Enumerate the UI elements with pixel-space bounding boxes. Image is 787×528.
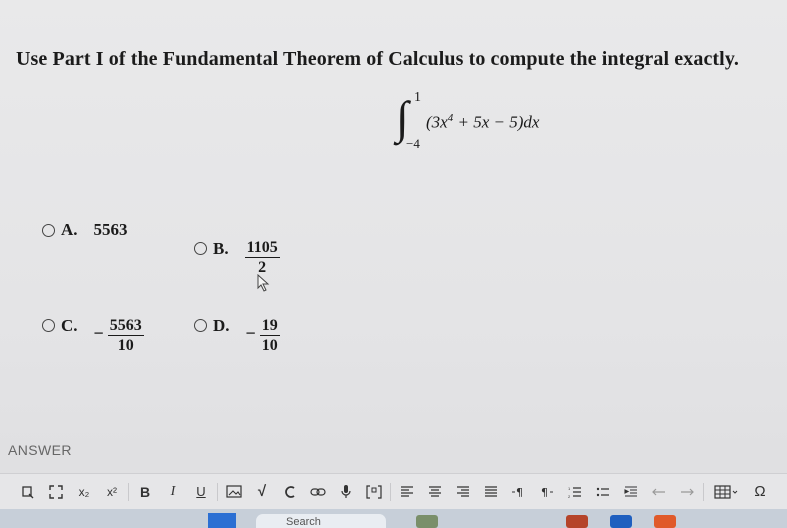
indent-icon[interactable]: [617, 481, 645, 503]
mouse-cursor-icon: [257, 274, 270, 292]
toolbar-divider: [217, 482, 218, 501]
table-icon[interactable]: [706, 481, 746, 503]
option-d-denominator: 10: [261, 337, 278, 354]
sqrt-button[interactable]: √: [248, 481, 276, 503]
option-b[interactable]: B. 1105 2: [194, 220, 280, 277]
option-d-letter: D.: [213, 315, 230, 335]
integral-lower-limit: −4: [406, 136, 420, 151]
editor-toolbar: x₂ x² B I U √ ¶ ¶ 12 Ω: [0, 473, 787, 509]
option-c-sign: −: [93, 323, 104, 343]
option-c[interactable]: C. − 5563 10: [42, 296, 144, 355]
windows-start-icon[interactable]: [208, 513, 236, 528]
integral-upper-limit: 1: [414, 90, 421, 105]
radio-option-c[interactable]: [42, 319, 55, 332]
answer-label: ANSWER: [8, 442, 72, 458]
underline-button[interactable]: U: [187, 481, 215, 503]
integrand-rest: + 5x − 5)dx: [453, 112, 540, 132]
numbered-list-icon[interactable]: 12: [561, 481, 589, 503]
option-d-fraction: 19 10: [259, 316, 280, 355]
question-text: Use Part I of the Fundamental Theorem of…: [16, 48, 739, 70]
taskbar-app-icon[interactable]: [654, 515, 676, 528]
align-center-icon[interactable]: [421, 481, 449, 503]
svg-text:2: 2: [568, 494, 571, 498]
toolbar-divider: [390, 482, 391, 501]
align-justify-icon[interactable]: [477, 481, 505, 503]
bold-button[interactable]: B: [131, 481, 159, 503]
option-a[interactable]: A. 5563: [42, 220, 128, 240]
option-b-letter: B.: [213, 238, 229, 258]
align-left-icon[interactable]: [393, 481, 421, 503]
radio-option-d[interactable]: [194, 319, 207, 332]
bullet-list-icon[interactable]: [589, 481, 617, 503]
undo-icon[interactable]: [645, 481, 673, 503]
option-d-numerator: 19: [259, 317, 280, 336]
taskbar-search[interactable]: Search: [256, 514, 386, 528]
italic-button[interactable]: I: [159, 481, 187, 503]
ltr-paragraph-icon[interactable]: ¶: [505, 481, 533, 503]
redo-icon[interactable]: [673, 481, 701, 503]
taskbar-app-icon[interactable]: [566, 515, 588, 528]
microphone-icon[interactable]: [332, 481, 360, 503]
fullscreen-icon[interactable]: [42, 481, 70, 503]
os-taskbar: Search: [0, 509, 787, 528]
option-d[interactable]: D. − 19 10: [194, 296, 280, 355]
special-character-button[interactable]: Ω: [746, 481, 774, 503]
option-d-sign: −: [245, 323, 256, 343]
taskbar-app-icon[interactable]: [416, 515, 438, 528]
option-c-letter: C.: [61, 315, 78, 335]
option-a-letter: A.: [61, 220, 78, 239]
superscript-button[interactable]: x²: [98, 481, 126, 503]
option-a-value: 5563: [93, 220, 128, 239]
toolbar-divider: [703, 482, 704, 501]
svg-text:¶: ¶: [541, 486, 548, 498]
svg-text:¶: ¶: [516, 486, 523, 498]
option-c-numerator: 5563: [107, 317, 144, 336]
integrand-open: (3x: [426, 112, 448, 132]
radio-option-b[interactable]: [194, 242, 207, 255]
option-c-fraction: 5563 10: [107, 316, 144, 355]
rtl-paragraph-icon[interactable]: ¶: [533, 481, 561, 503]
link-icon[interactable]: [304, 481, 332, 503]
image-icon[interactable]: [220, 481, 248, 503]
redraw-icon[interactable]: [276, 481, 304, 503]
integrand: (3x4 + 5x − 5)dx: [426, 112, 539, 133]
svg-text:1: 1: [568, 486, 571, 491]
search-icon[interactable]: [14, 481, 42, 503]
option-b-fraction: 1105 2: [244, 238, 280, 277]
bracket-icon[interactable]: [360, 481, 388, 503]
option-b-numerator: 1105: [244, 239, 280, 258]
integral-expression: ∫ 1 −4 (3x4 + 5x − 5)dx: [396, 88, 636, 158]
taskbar-app-icon[interactable]: [610, 515, 632, 528]
radio-option-a[interactable]: [42, 223, 55, 237]
option-c-denominator: 10: [117, 337, 134, 354]
toolbar-divider: [128, 482, 129, 501]
subscript-button[interactable]: x₂: [70, 481, 98, 503]
align-right-icon[interactable]: [449, 481, 477, 503]
